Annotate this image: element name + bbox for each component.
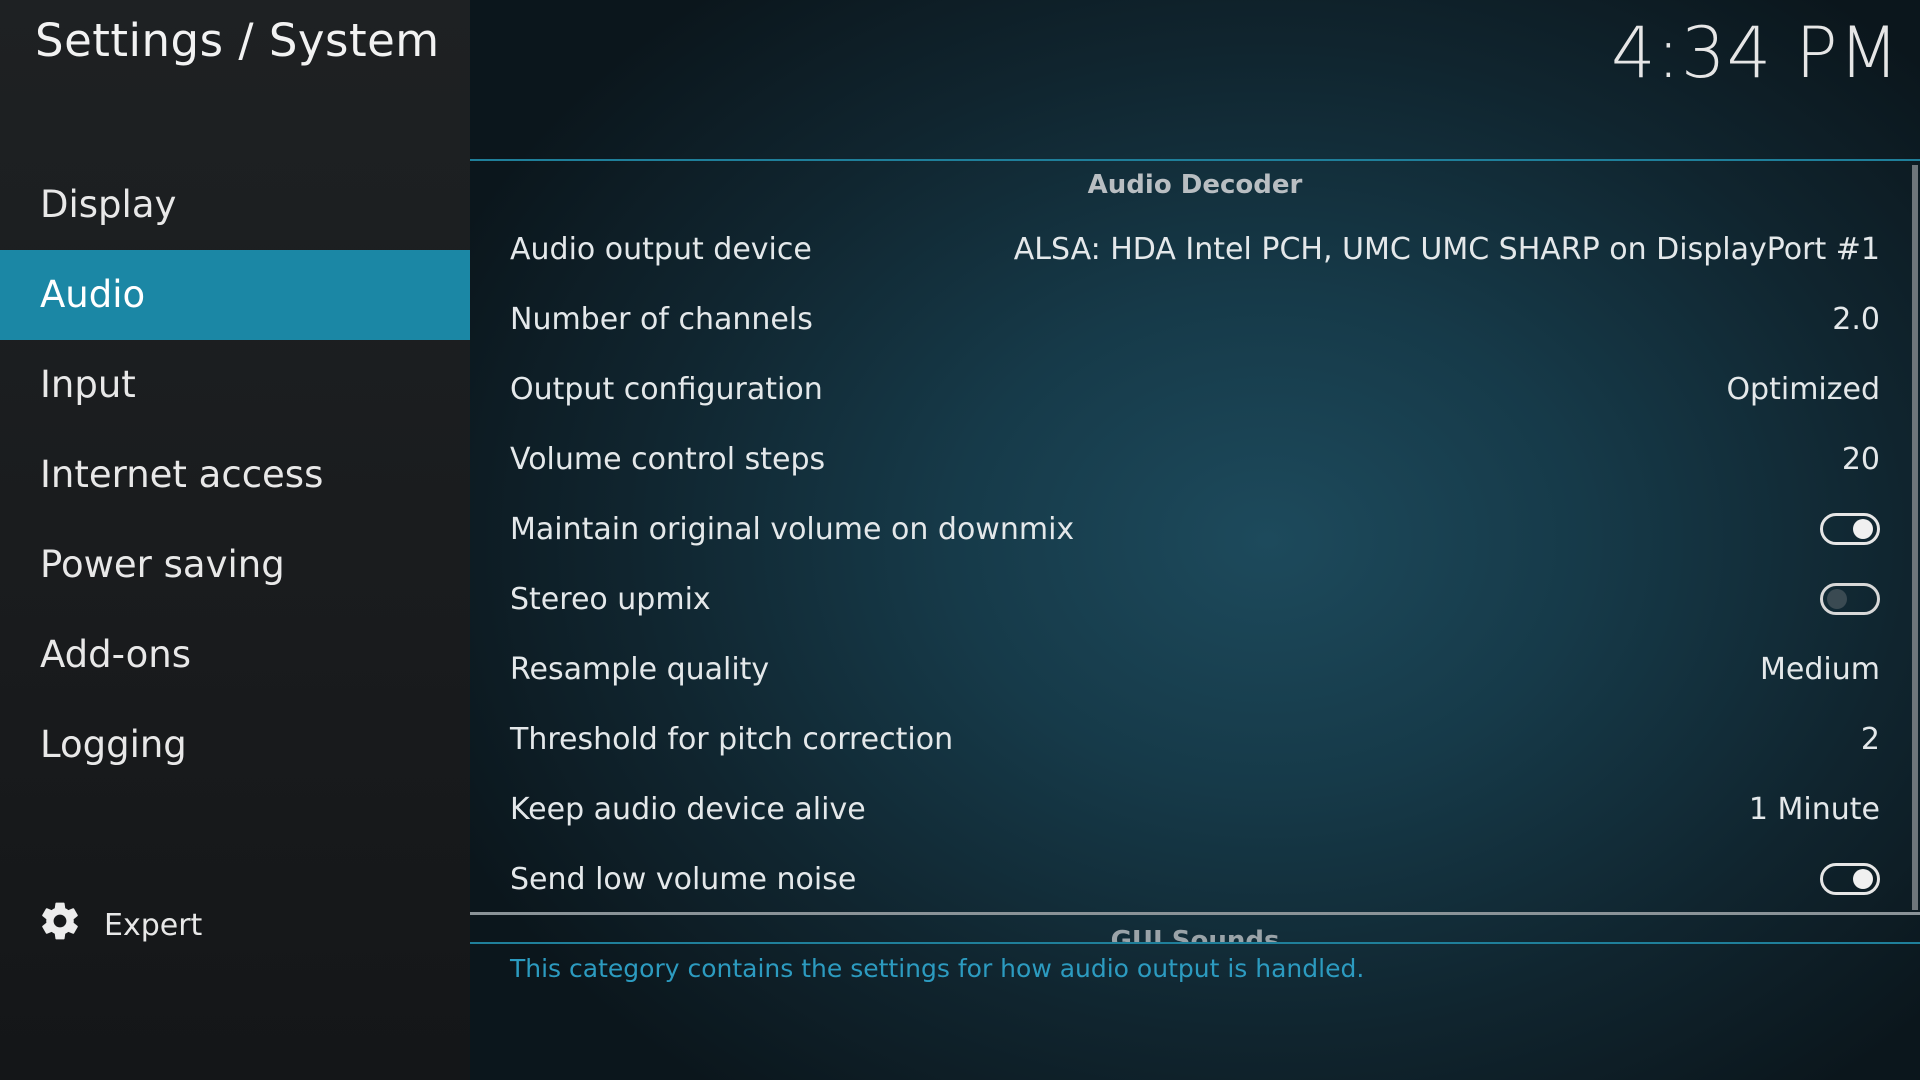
setting-value: ALSA: HDA Intel PCH, UMC UMC SHARP on Di…	[1013, 231, 1880, 267]
toggle-knob	[1853, 869, 1873, 889]
sidebar-item-display[interactable]: Display	[0, 160, 470, 250]
sidebar: Settings / System Display Audio Input In…	[0, 0, 470, 1080]
setting-threshold-pitch-correction[interactable]: Threshold for pitch correction 2	[470, 704, 1880, 774]
category-description: This category contains the settings for …	[510, 954, 1365, 983]
section-header: Audio Decoder	[1087, 170, 1303, 200]
setting-label: Volume control steps	[510, 441, 826, 477]
setting-label: Keep audio device alive	[510, 791, 866, 827]
setting-send-low-volume-noise[interactable]: Send low volume noise	[470, 844, 1880, 914]
settings-list: Audio output device ALSA: HDA Intel PCH,…	[470, 214, 1880, 914]
setting-label: Output configuration	[510, 371, 823, 407]
sidebar-item-power-saving[interactable]: Power saving	[0, 520, 470, 610]
divider	[470, 159, 1920, 161]
setting-keep-audio-device-alive[interactable]: Keep audio device alive 1 Minute	[470, 774, 1880, 844]
setting-stereo-upmix[interactable]: Stereo upmix	[470, 564, 1880, 634]
setting-label: Number of channels	[510, 301, 813, 337]
toggle-knob	[1827, 589, 1847, 609]
setting-output-configuration[interactable]: Output configuration Optimized	[470, 354, 1880, 424]
setting-maintain-original-volume[interactable]: Maintain original volume on downmix	[470, 494, 1880, 564]
page-title: Settings / System	[35, 14, 440, 67]
toggle-switch-on[interactable]	[1820, 863, 1880, 895]
setting-value: 2	[1860, 721, 1880, 757]
setting-audio-output-device[interactable]: Audio output device ALSA: HDA Intel PCH,…	[470, 214, 1880, 284]
setting-resample-quality[interactable]: Resample quality Medium	[470, 634, 1880, 704]
sidebar-item-internet-access[interactable]: Internet access	[0, 430, 470, 520]
setting-value: 2.0	[1832, 301, 1880, 337]
divider	[470, 912, 1920, 915]
setting-label: Resample quality	[510, 651, 770, 687]
toggle-knob	[1853, 519, 1873, 539]
setting-label: Maintain original volume on downmix	[510, 511, 1075, 547]
expert-label: Expert	[104, 907, 203, 943]
divider	[470, 942, 1920, 944]
toggle-switch-off[interactable]	[1820, 583, 1880, 615]
setting-value: Medium	[1760, 651, 1880, 687]
next-section-header: GUI Sounds	[1110, 926, 1280, 944]
sidebar-item-audio[interactable]: Audio	[0, 250, 470, 340]
setting-value: Optimized	[1726, 371, 1880, 407]
expert-level-button[interactable]: Expert	[38, 900, 202, 950]
toggle-switch-on[interactable]	[1820, 513, 1880, 545]
setting-value: 20	[1841, 441, 1880, 477]
sidebar-item-input[interactable]: Input	[0, 340, 470, 430]
scrollbar[interactable]	[1912, 165, 1918, 910]
setting-number-of-channels[interactable]: Number of channels 2.0	[470, 284, 1880, 354]
sidebar-item-logging[interactable]: Logging	[0, 700, 470, 790]
sidebar-nav: Display Audio Input Internet access Powe…	[0, 160, 470, 790]
setting-label: Threshold for pitch correction	[510, 721, 954, 757]
setting-label: Send low volume noise	[510, 861, 857, 897]
setting-label: Audio output device	[510, 231, 812, 267]
setting-label: Stereo upmix	[510, 581, 711, 617]
clock: 4:34 PM	[1610, 12, 1900, 94]
setting-value: 1 Minute	[1748, 791, 1880, 827]
setting-volume-control-steps[interactable]: Volume control steps 20	[470, 424, 1880, 494]
gear-icon	[38, 899, 104, 951]
sidebar-item-add-ons[interactable]: Add-ons	[0, 610, 470, 700]
